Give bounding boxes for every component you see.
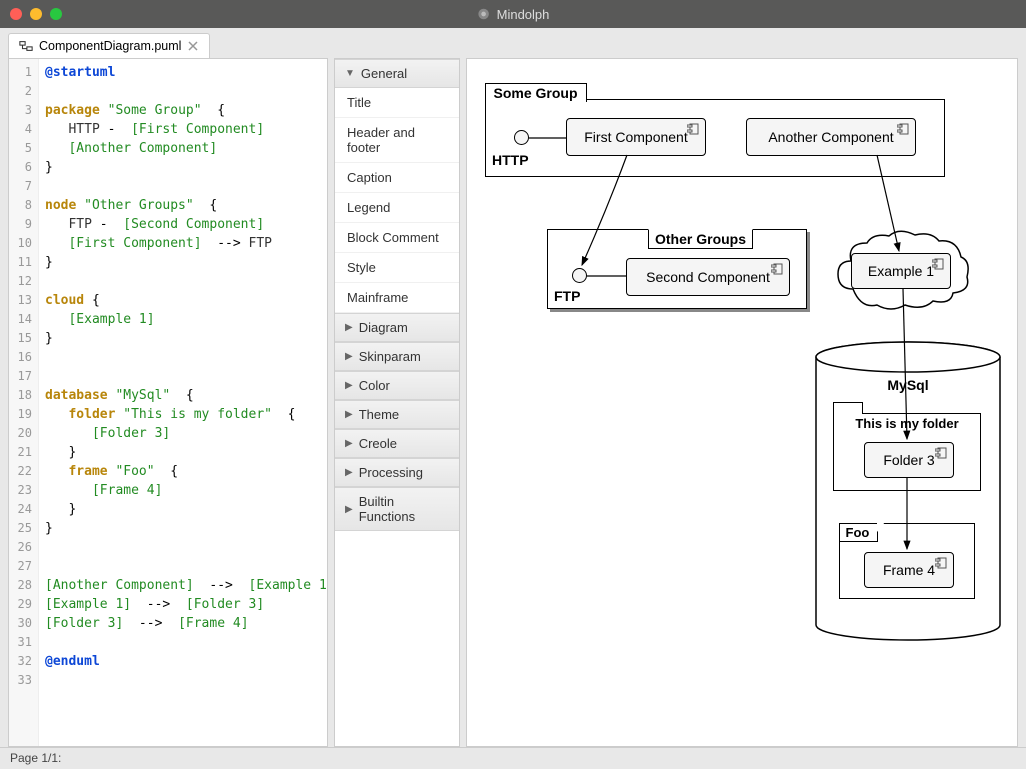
component-frame4: Frame 4 <box>864 552 954 588</box>
section-label: General <box>361 66 407 81</box>
component-another: Another Component <box>746 118 916 156</box>
database-label: MySql <box>813 377 1003 393</box>
component-icon <box>687 123 699 135</box>
folder-this-is-my-folder: This is my folder Folder 3 <box>833 413 981 491</box>
close-window-button[interactable] <box>10 8 22 20</box>
app-title: Mindolph <box>497 7 550 22</box>
page-indicator: Page 1/1: <box>10 751 61 765</box>
code-content[interactable]: @startuml package "Some Group" { HTTP - … <box>39 59 327 746</box>
component-first: First Component <box>566 118 706 156</box>
code-editor[interactable]: 1234567891011121314151617181920212223242… <box>8 58 328 747</box>
component-icon <box>897 123 909 135</box>
window-controls <box>10 8 62 20</box>
section-header-color[interactable]: ▶ Color <box>335 371 459 400</box>
package-some-group: Some Group HTTP First Component Another … <box>485 99 945 177</box>
snippet-item-title[interactable]: Title <box>335 88 459 118</box>
component-icon <box>935 447 947 459</box>
interface-http-label: HTTP <box>492 152 529 168</box>
section-label: Builtin Functions <box>359 494 449 524</box>
component-example1: Example 1 <box>851 253 951 289</box>
component-folder3: Folder 3 <box>864 442 954 478</box>
app-icon <box>477 7 491 21</box>
frame-label: Foo <box>839 523 879 542</box>
snippet-item-legend[interactable]: Legend <box>335 193 459 223</box>
close-tab-icon[interactable] <box>187 40 199 52</box>
interface-http-circle <box>514 130 529 145</box>
package-label: Some Group <box>485 83 587 102</box>
node-other-groups: Other Groups FTP Second Component <box>547 229 807 309</box>
chevron-right-icon: ▶ <box>345 351 353 362</box>
section-label: Skinparam <box>359 349 421 364</box>
interface-ftp-circle <box>572 268 587 283</box>
section-header-processing[interactable]: ▶ Processing <box>335 458 459 487</box>
chevron-right-icon: ▶ <box>345 380 353 391</box>
component-icon <box>932 258 944 270</box>
component-second: Second Component <box>626 258 790 296</box>
titlebar: Mindolph <box>0 0 1026 28</box>
section-header-diagram[interactable]: ▶ Diagram <box>335 313 459 342</box>
snippet-item-mainframe[interactable]: Mainframe <box>335 283 459 313</box>
snippet-panel: ▼ General TitleHeader and footerCaptionLeg… <box>334 58 460 747</box>
snippet-item-header-and-footer[interactable]: Header and footer <box>335 118 459 163</box>
interface-ftp-label: FTP <box>554 288 580 304</box>
diagram-canvas: Some Group HTTP First Component Another … <box>477 69 1017 649</box>
tab-filename: ComponentDiagram.puml <box>39 39 181 53</box>
section-label: Color <box>359 378 390 393</box>
status-bar: Page 1/1: <box>0 747 1026 769</box>
component-icon <box>771 263 783 275</box>
section-label: Theme <box>359 407 399 422</box>
chevron-down-icon: ▼ <box>345 68 355 79</box>
snippet-item-caption[interactable]: Caption <box>335 163 459 193</box>
section-header-theme[interactable]: ▶ Theme <box>335 400 459 429</box>
app-title-group: Mindolph <box>477 7 550 22</box>
component-icon <box>935 557 947 569</box>
diagram-preview[interactable]: Some Group HTTP First Component Another … <box>466 58 1018 747</box>
line-gutter: 1234567891011121314151617181920212223242… <box>9 59 39 746</box>
section-label: Processing <box>359 465 423 480</box>
minimize-window-button[interactable] <box>30 8 42 20</box>
node-label: Other Groups <box>648 229 753 249</box>
section-header-builtin-functions[interactable]: ▶ Builtin Functions <box>335 487 459 531</box>
chevron-right-icon: ▶ <box>345 322 353 333</box>
folder-label: This is my folder <box>834 416 980 431</box>
section-label: Creole <box>359 436 397 451</box>
main-area: 1234567891011121314151617181920212223242… <box>0 58 1026 747</box>
file-tab[interactable]: ComponentDiagram.puml <box>8 33 210 58</box>
section-header-creole[interactable]: ▶ Creole <box>335 429 459 458</box>
section-label: Diagram <box>359 320 408 335</box>
chevron-right-icon: ▶ <box>345 504 353 515</box>
chevron-right-icon: ▶ <box>345 467 353 478</box>
section-header-skinparam[interactable]: ▶ Skinparam <box>335 342 459 371</box>
snippet-item-block-comment[interactable]: Block Comment <box>335 223 459 253</box>
frame-foo: Foo Frame 4 <box>839 523 975 599</box>
diagram-file-icon <box>19 39 33 53</box>
chevron-right-icon: ▶ <box>345 409 353 420</box>
chevron-right-icon: ▶ <box>345 438 353 449</box>
tab-bar: ComponentDiagram.puml <box>0 28 1026 58</box>
snippet-item-style[interactable]: Style <box>335 253 459 283</box>
maximize-window-button[interactable] <box>50 8 62 20</box>
section-header-general[interactable]: ▼ General <box>335 59 459 88</box>
